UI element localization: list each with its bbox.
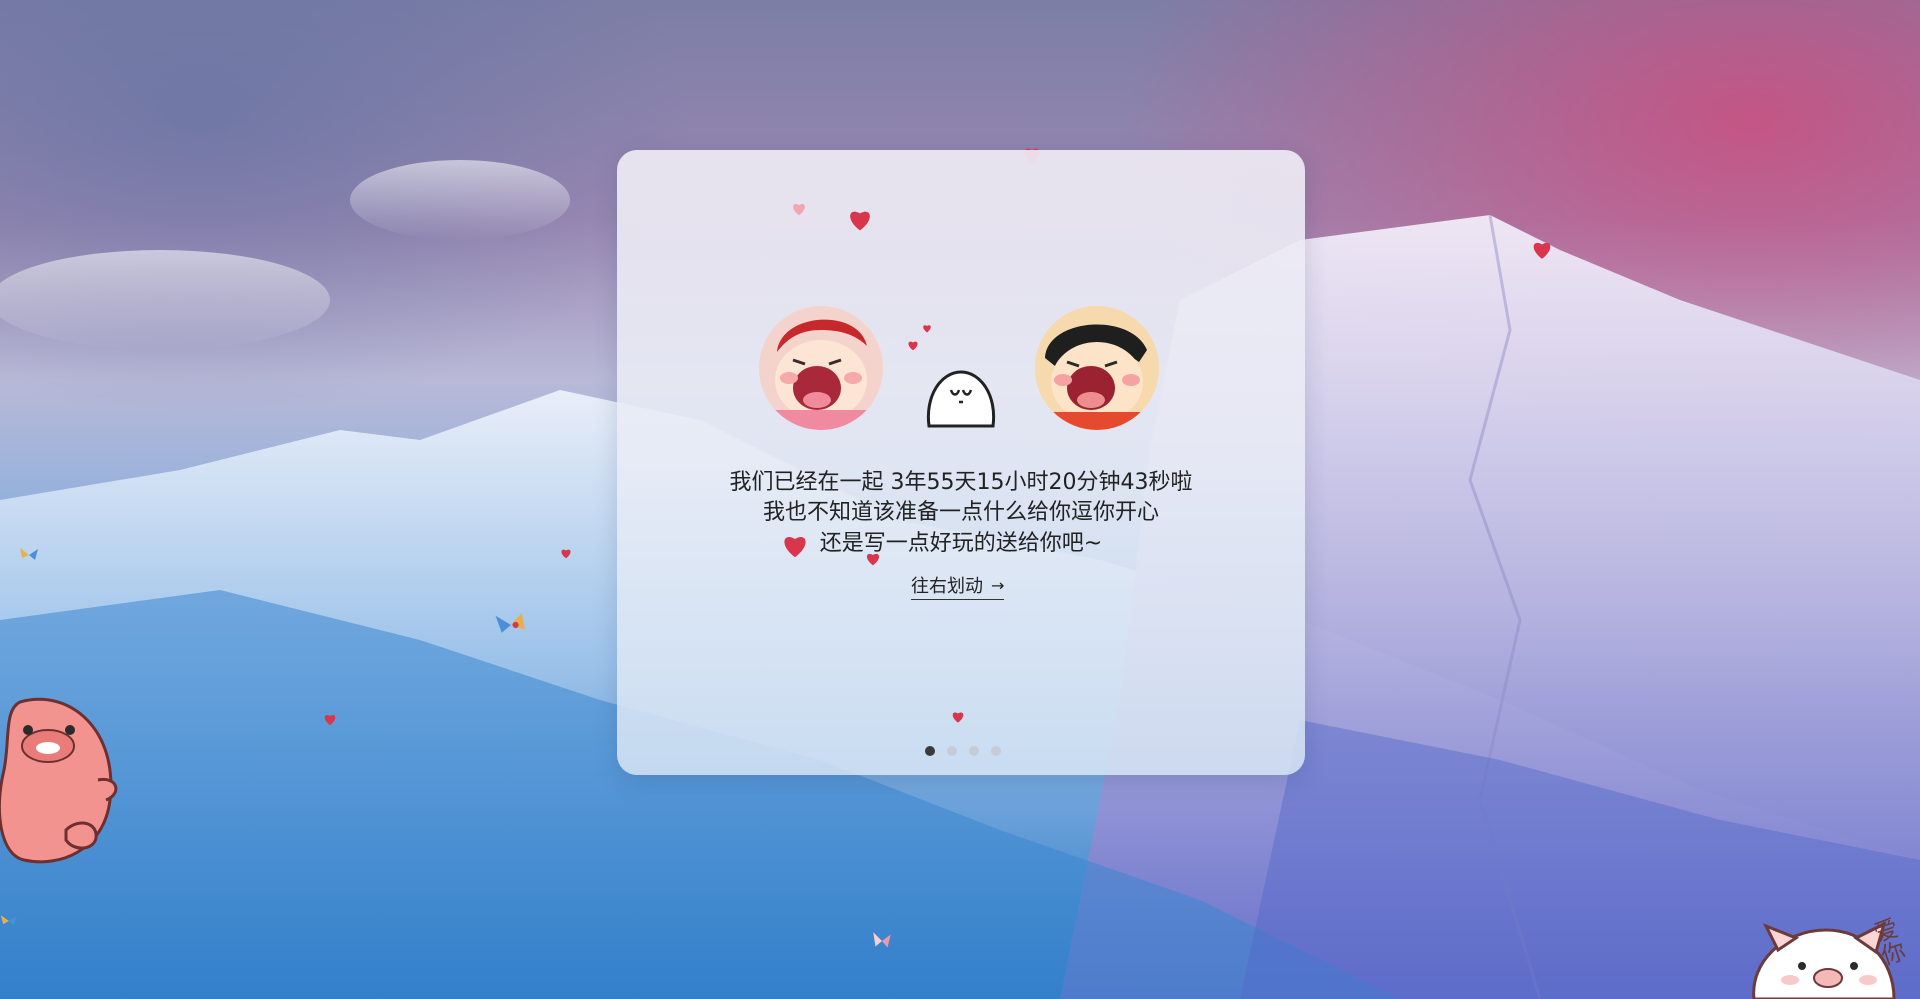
pagination-dot-3[interactable]: [969, 746, 979, 756]
pink-creature-sticker: [0, 697, 118, 864]
avatar-boy: [1035, 306, 1159, 430]
pagination-dots: [925, 746, 1001, 756]
message-line-2: 我也不知道该准备一点什么给你逗你开心: [762, 500, 1159, 525]
swipe-right-link[interactable]: 往右划动 →: [911, 572, 1005, 600]
butterfly-icon: [0, 915, 17, 926]
mascot-icon: [926, 370, 996, 428]
heart-icon: [850, 211, 870, 231]
heart-icon: [1533, 242, 1551, 259]
heart-icon: [793, 203, 805, 216]
pagination-dot-4[interactable]: [991, 746, 1001, 756]
swipe-label: 往右划动: [911, 576, 983, 597]
avatar-girl: [759, 306, 883, 430]
heart-icon: [923, 325, 931, 333]
heart-icon: [561, 549, 571, 559]
together-duration-text: 我们已经在一起 3年55天15小时20分钟43秒啦: [729, 470, 1193, 495]
butterfly-icon: [495, 612, 525, 633]
message-line-3: 还是写一点好玩的送给你吧~: [819, 531, 1103, 556]
pagination-dot-2[interactable]: [947, 746, 957, 756]
pagination-dot-1[interactable]: [925, 746, 935, 756]
heart-icon: [952, 712, 964, 723]
arrow-right-icon: →: [991, 575, 1005, 595]
heart-icon: [908, 341, 918, 351]
message-card[interactable]: 我们已经在一起 3年55天15小时20分钟43秒啦 我也不知道该准备一点什么给你…: [617, 150, 1305, 775]
butterfly-icon: [873, 932, 891, 948]
butterfly-icon: [20, 548, 38, 560]
heart-icon: [324, 714, 336, 726]
